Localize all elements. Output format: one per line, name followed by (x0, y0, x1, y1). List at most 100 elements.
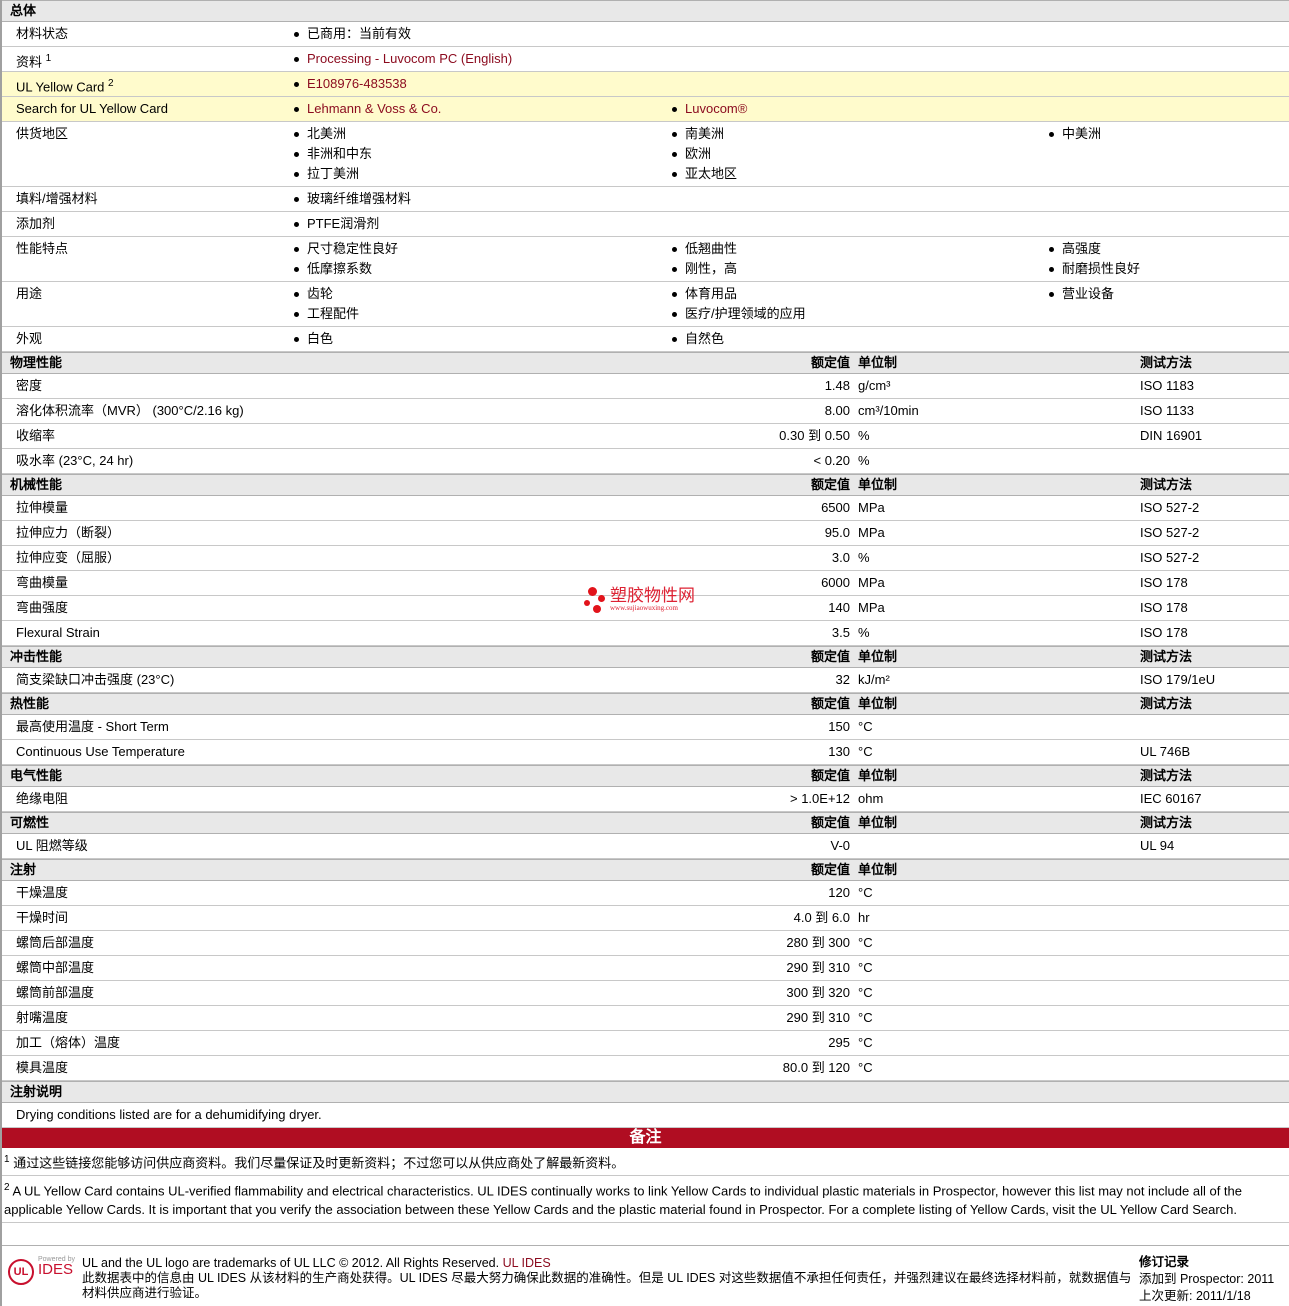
section-header-general: 总体 (2, 0, 1289, 22)
property-value: 120 (828, 885, 850, 900)
footer-legal: UL and the UL logo are trademarks of UL … (82, 1256, 1132, 1301)
general-row: 用途 齿轮 工程配件 体育用品 医疗/护理领域的应用 营业设备 (2, 282, 1289, 327)
property-value: < 0.20 (813, 453, 850, 468)
property-value: > 1.0E+12 (790, 791, 850, 806)
list-item: 低摩擦系数 (292, 259, 398, 279)
list-item: PTFE润滑剂 (292, 214, 379, 234)
row-label-text: 外观 (16, 331, 43, 346)
property-unit: °C (858, 935, 873, 950)
column-header-method: 测试方法 (1140, 815, 1193, 830)
row-values-column: PTFE润滑剂 (292, 214, 379, 234)
property-row: Continuous Use Temperature 130 °C UL 746B (2, 740, 1289, 765)
footnote-ref: 1 (45, 53, 52, 64)
row-values-column: 中美洲 (1047, 124, 1101, 144)
general-row: 资料 1 Processing - Luvocom PC (English) (2, 47, 1289, 72)
property-row: 螺筒中部温度 290 到 310 °C (2, 956, 1289, 981)
column-header-value: 额定值 (810, 815, 850, 830)
row-values-column: 低翘曲性 刚性，高 (670, 239, 737, 279)
list-item: 刚性，高 (670, 259, 737, 279)
footnote-1: 1 通过这些链接您能够访问供应商资料。我们尽量保证及时更新资料；不过您可以从供应… (2, 1148, 1289, 1177)
property-name: 溶化体积流率（MVR） (300°C/2.16 kg) (16, 403, 244, 418)
column-header-unit: 单位制 (858, 815, 898, 830)
column-header-value: 额定值 (810, 649, 850, 664)
property-name: 螺筒中部温度 (16, 960, 95, 975)
property-row: 溶化体积流率（MVR） (300°C/2.16 kg) 8.00 cm³/10min… (2, 399, 1289, 424)
row-label: UL Yellow Card 2 (16, 74, 114, 97)
value-link[interactable]: E108976-483538 (292, 74, 407, 94)
property-unit: °C (858, 960, 873, 975)
property-value: 1.48 (824, 378, 850, 393)
test-method: ISO 1133 (1140, 403, 1194, 418)
property-row: UL 阻燃等级 V-0 UL 94 (2, 834, 1289, 859)
property-row: Flexural Strain 3.5% ISO 178 (2, 621, 1289, 646)
disclaimer-text: 此数据表中的信息由 UL IDES 从该材料的生产商处获得。UL IDES 尽最… (82, 1270, 1132, 1300)
general-row: 填料/增强材料 玻璃纤维增强材料 (2, 187, 1289, 212)
property-value: 8.00 (824, 403, 850, 418)
property-value: 295 (828, 1035, 850, 1050)
property-unit: % (858, 453, 870, 468)
column-header-value: 额定值 (810, 768, 850, 783)
list-item: 高强度 (1047, 239, 1140, 259)
general-row: Search for UL Yellow Card Lehmann & Voss … (2, 97, 1289, 122)
property-name: 最高使用温度 - Short Term (16, 719, 169, 734)
property-unit: °C (858, 985, 873, 1000)
watermark-url: www.sujiaowuxing.com (610, 604, 678, 612)
column-header-method: 测试方法 (1140, 649, 1193, 664)
row-label: 用途 (16, 284, 42, 304)
row-label: 资料 1 (16, 49, 51, 72)
property-name: 加工（熔体）温度 (16, 1035, 121, 1050)
property-unit: cm³/10min (858, 403, 919, 418)
list-item: 齿轮 (292, 284, 359, 304)
list-item: 自然色 (670, 329, 724, 349)
column-header-unit: 单位制 (858, 355, 898, 370)
row-label: 外观 (16, 329, 42, 349)
value-link[interactable]: Lehmann & Voss & Co. (292, 99, 441, 119)
property-row: 收缩率 0.30 到 0.50% DIN 16901 (2, 424, 1289, 449)
column-header-method: 测试方法 (1140, 477, 1193, 492)
section-header: 热性能 额定值 单位制 测试方法 (2, 693, 1289, 715)
list-item: 亚太地区 (670, 164, 737, 184)
test-method: DIN 16901 (1140, 428, 1203, 443)
row-values-column: 高强度 耐磨损性良好 (1047, 239, 1140, 279)
property-name: UL 阻燃等级 (16, 838, 88, 853)
general-row: 添加剂 PTFE润滑剂 (2, 212, 1289, 237)
test-method: ISO 178 (1140, 600, 1188, 615)
row-label-text: 用途 (16, 286, 43, 301)
value-link[interactable]: Luvocom® (670, 99, 747, 119)
property-value: 4.0 到 6.0 (793, 910, 850, 925)
property-name: 简支梁缺口冲击强度 (23°C) (16, 672, 175, 687)
property-row: 拉伸应力（断裂） 95.0 MPa ISO 527-2 (2, 521, 1289, 546)
property-unit: kJ/m² (858, 672, 890, 687)
property-unit: °C (858, 719, 873, 734)
test-method: ISO 1183 (1140, 378, 1194, 393)
list-item: 非洲和中东 (292, 144, 372, 164)
value-link[interactable]: Processing - Luvocom PC (English) (292, 49, 512, 69)
row-values-column: Luvocom® (670, 99, 747, 119)
row-label: 填料/增强材料 (16, 189, 98, 209)
property-value: 290 到 310 (786, 960, 850, 975)
section-title: 热性能 (10, 696, 50, 711)
property-row: 最高使用温度 - Short Term 150 °C (2, 715, 1289, 740)
watermark-dots-icon (584, 587, 606, 617)
property-name: 干燥温度 (16, 885, 69, 900)
watermark: 塑胶物性网 www.sujiaowuxing.com (584, 587, 695, 617)
footnote-2: 2 A UL Yellow Card contains UL-verified … (2, 1176, 1289, 1223)
general-row: 性能特点 尺寸稳定性良好 低摩擦系数 低翘曲性 刚性，高 高强度 耐磨损性良好 (2, 237, 1289, 282)
property-row: 螺筒前部温度 300 到 320 °C (2, 981, 1289, 1006)
general-row: 材料状态 已商用：当前有效 (2, 22, 1289, 47)
section-header-injection-notes: 注射说明 (2, 1081, 1289, 1103)
property-unit: MPa (858, 575, 885, 590)
test-method: IEC 60167 (1140, 791, 1202, 806)
row-label-text: 供货地区 (16, 126, 69, 141)
property-unit: MPa (858, 600, 885, 615)
row-values-column: 已商用：当前有效 (292, 24, 411, 44)
list-item: 营业设备 (1047, 284, 1114, 304)
property-value: 6000 (821, 575, 850, 590)
section-title: 物理性能 (10, 355, 63, 370)
section-title: 机械性能 (10, 477, 63, 492)
section-header: 电气性能 额定值 单位制 测试方法 (2, 765, 1289, 787)
section-header: 机械性能 额定值 单位制 测试方法 (2, 474, 1289, 496)
property-row: 绝缘电阻 > 1.0E+12 ohm IEC 60167 (2, 787, 1289, 812)
list-item: 医疗/护理领域的应用 (670, 304, 806, 324)
ul-ides-link[interactable]: UL IDES (503, 1256, 551, 1270)
